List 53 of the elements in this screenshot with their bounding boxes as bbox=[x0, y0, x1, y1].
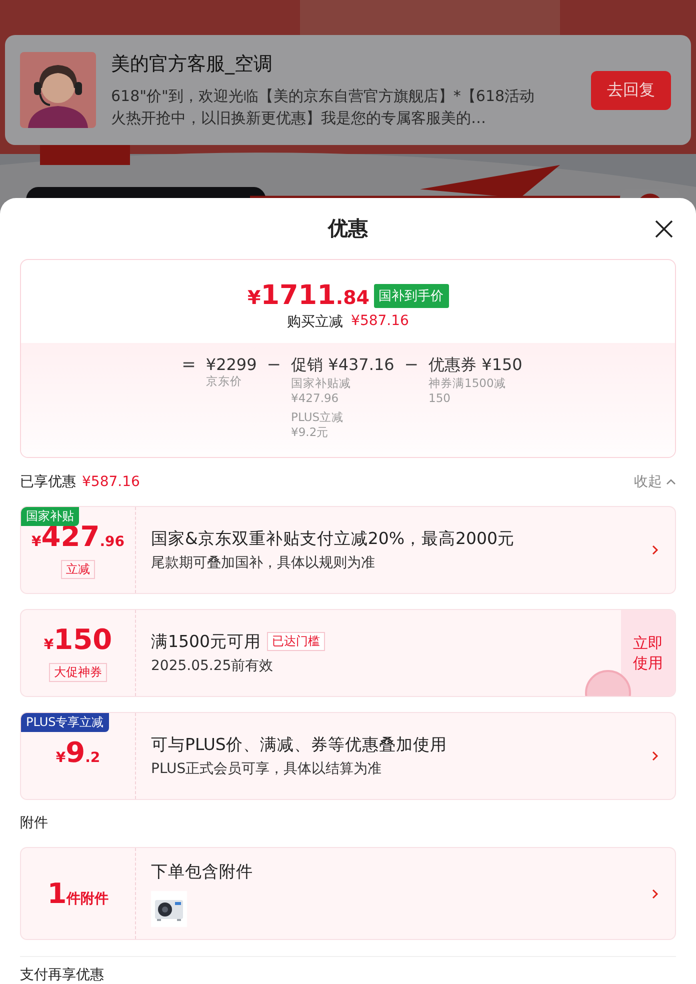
term-note: 京东价 bbox=[206, 374, 243, 390]
section-heading: 附件 bbox=[20, 814, 49, 834]
enjoyed-amount: ¥587.16 bbox=[82, 474, 140, 490]
chevron-icon[interactable] bbox=[651, 888, 659, 900]
sheet-title: 优惠 bbox=[328, 215, 368, 242]
use-now-button[interactable]: 立即使用 bbox=[621, 610, 675, 696]
notification-card[interactable]: 美的官方客服_空调 618"价"到，欢迎光临【美的京东自营官方旗舰店】*【618活动火热开抢中，以旧换新更优惠】我是您的专属客服美的… 去回复 bbox=[5, 35, 691, 145]
price-term: 促销 ¥437.16 bbox=[291, 355, 394, 376]
offer-subtitle: PLUS正式会员可享，具体以结算为准 bbox=[151, 760, 383, 778]
attachment-count: 1件附件 bbox=[47, 877, 109, 910]
chevron-icon bbox=[666, 476, 676, 487]
offer-card[interactable]: PLUS专享立减 ¥9.2 可与PLUS价、满减、券等优惠叠加使用 PLUS正式会员可享，具体以结算为准 bbox=[20, 712, 676, 800]
term-note: PLUS立减 bbox=[291, 410, 345, 426]
attachment-card[interactable]: 1件附件 下单包含附件 bbox=[20, 847, 676, 940]
chevron-icon[interactable] bbox=[651, 544, 659, 556]
price-tag: 国补到手价 bbox=[374, 284, 449, 308]
attachment-title: 下单包含附件 bbox=[151, 860, 254, 883]
avatar-icon bbox=[20, 52, 96, 128]
saving-amount: ¥587.16 bbox=[351, 313, 409, 332]
term-note: 神券满1500减 bbox=[428, 376, 507, 392]
offer-title: 国家&京东双重补贴支付立减20%，最高2000元 bbox=[151, 528, 515, 550]
offer-subtitle: 2025.05.25前有效 bbox=[151, 656, 274, 675]
operator-sign: − bbox=[404, 355, 419, 378]
final-price: ¥1711.84 bbox=[247, 280, 370, 312]
sender-name: 美的官方客服_空调 bbox=[111, 52, 274, 77]
offer-title: 可与PLUS价、满减、券等优惠叠加使用 bbox=[151, 734, 447, 756]
offer-tag: 国家补贴 bbox=[21, 506, 79, 526]
offer-card[interactable]: 国家补贴 ¥427.96 立减 国家&京东双重补贴支付立减20%，最高2000元 尾款期可叠加国补，具体以规则为准 bbox=[20, 506, 676, 594]
term-note: 150 bbox=[428, 391, 452, 406]
enjoyed-label: 已享优惠 bbox=[20, 472, 76, 491]
close-icon[interactable] bbox=[654, 219, 674, 239]
price-term: ¥2299 bbox=[206, 355, 257, 374]
offer-card[interactable]: ¥150 大促神券 满1500元可用 已达门槛 2025.05.25前有效 立即使用 bbox=[20, 608, 676, 697]
section-heading: 支付再享优惠 bbox=[20, 966, 105, 984]
offer-tag: PLUS专享立减 bbox=[21, 712, 109, 732]
amount-label: 大促神券 bbox=[49, 662, 107, 682]
collapse-toggle[interactable]: 收起 bbox=[634, 472, 676, 491]
offer-title: 满1500元可用 bbox=[151, 630, 261, 653]
offer-subtitle: 尾款期可叠加国补，具体以规则为准 bbox=[151, 554, 376, 572]
chevron-icon[interactable] bbox=[651, 750, 659, 762]
saving-label: 购买立减 bbox=[287, 313, 344, 332]
amount-label: 立减 bbox=[61, 560, 95, 579]
operator-sign: − bbox=[266, 355, 282, 378]
offer-amount: ¥9.2 bbox=[56, 737, 100, 772]
term-note: ¥9.2元 bbox=[291, 425, 330, 440]
price-term: 优惠券 ¥150 bbox=[428, 355, 522, 376]
threshold-badge: 已达门槛 bbox=[267, 632, 325, 652]
offer-amount: ¥150 bbox=[44, 624, 112, 658]
operator-sign: = bbox=[182, 355, 196, 378]
message-preview: 618"价"到，欢迎光临【美的京东自营官方旗舰店】*【618活动火热开抢中，以旧换新更优惠】我是您的专属客服美的… bbox=[111, 86, 536, 129]
term-note: 国家补贴减 bbox=[291, 376, 352, 392]
reply-button[interactable]: 去回复 bbox=[591, 70, 671, 110]
term-note: ¥427.96 bbox=[291, 391, 340, 406]
